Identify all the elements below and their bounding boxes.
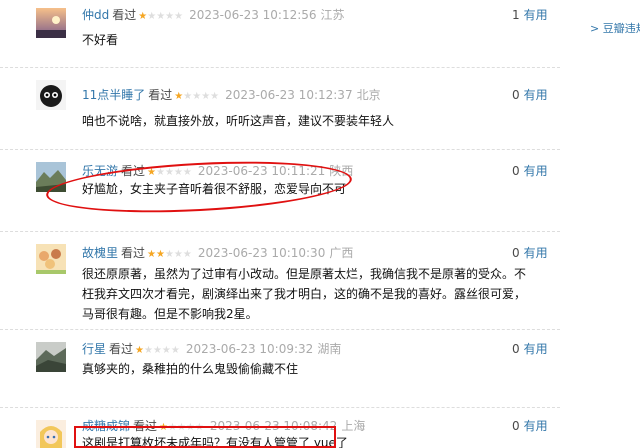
- useful-count: 0: [512, 88, 520, 102]
- user-avatar[interactable]: [36, 244, 66, 274]
- useful-vote: 1 有用: [512, 7, 548, 23]
- review-location: 北京: [356, 88, 381, 102]
- review-time: 2023-06-23 10:12:56: [189, 8, 317, 22]
- useful-button[interactable]: 有用: [524, 342, 548, 356]
- useful-button[interactable]: 有用: [524, 8, 548, 22]
- useful-count: 0: [512, 164, 520, 178]
- useful-vote: 0 有用: [512, 163, 548, 179]
- username-link[interactable]: 故槐里: [82, 246, 118, 260]
- review-text: 咱也不说啥，就直接外放，听听这声音，建议不要装年轻人: [82, 114, 395, 128]
- review-item: 仲dd 看过 ★★★★★ 2023-06-23 10:12:56 江苏 1 有用 不好看: [0, 0, 560, 68]
- user-avatar[interactable]: [36, 80, 66, 110]
- useful-button[interactable]: 有用: [524, 164, 548, 178]
- rating-stars: ★★★★★: [147, 249, 192, 260]
- useful-vote: 0 有用: [512, 87, 548, 103]
- review-meta: 仲dd 看过 ★★★★★ 2023-06-23 10:12:56 江苏: [82, 7, 345, 25]
- review-text: 很还原原著，虽然为了过审有小改动。但是原著太烂，我确信我不是原著的受众。不枉我弃…: [82, 267, 527, 321]
- watch-status: 看过: [109, 342, 134, 356]
- username-link[interactable]: 仲dd: [82, 8, 109, 22]
- review-page: 仲dd 看过 ★★★★★ 2023-06-23 10:12:56 江苏 1 有用 不好看 …: [0, 0, 640, 448]
- username-link[interactable]: 行星: [82, 342, 106, 356]
- review-time: 2023-06-23 10:09:32: [185, 342, 314, 356]
- review-text: 真够夹的，桑稚拍的什么鬼毁偷偷藏不住: [82, 362, 299, 376]
- useful-vote: 0 有用: [512, 418, 548, 434]
- username-link[interactable]: 11点半睡了: [82, 88, 145, 102]
- review-location: 广西: [329, 246, 354, 260]
- rating-stars: ★★★★★: [138, 11, 184, 22]
- useful-count: 0: [512, 342, 520, 356]
- rating-stars: ★★★★★: [174, 91, 220, 102]
- review-location: 江苏: [320, 8, 345, 22]
- sidebar-report-link[interactable]: > 豆瓣违规: [590, 20, 640, 36]
- review-text: 不好看: [82, 33, 119, 47]
- review-time: 2023-06-23 10:10:30: [197, 246, 326, 260]
- useful-button[interactable]: 有用: [524, 246, 548, 260]
- useful-button[interactable]: 有用: [524, 419, 548, 433]
- watch-status: 看过: [121, 246, 146, 260]
- review-time: 2023-06-23 10:12:37: [225, 88, 353, 102]
- useful-vote: 0 有用: [512, 341, 548, 357]
- review-item: 行星 看过 ★★★★★ 2023-06-23 10:09:32 湖南 0 有用 真够夹的，…: [0, 330, 560, 408]
- useful-button[interactable]: 有用: [524, 88, 548, 102]
- user-avatar[interactable]: [36, 342, 66, 372]
- rating-stars: ★★★★★: [135, 345, 180, 356]
- review-item: 11点半睡了 看过 ★★★★★ 2023-06-23 10:12:37 北京 0 有用 咱…: [0, 68, 560, 150]
- review-meta: 行星 看过 ★★★★★ 2023-06-23 10:09:32 湖南: [82, 341, 341, 359]
- watch-status: 看过: [112, 8, 137, 22]
- review-meta: 故槐里 看过 ★★★★★ 2023-06-23 10:10:30 广西: [82, 245, 353, 263]
- user-avatar[interactable]: [36, 8, 66, 38]
- review-list: 仲dd 看过 ★★★★★ 2023-06-23 10:12:56 江苏 1 有用 不好看 …: [0, 0, 560, 448]
- review-location: 上海: [341, 419, 366, 433]
- review-item: 故槐里 看过 ★★★★★ 2023-06-23 10:10:30 广西 0 有用 很还原原…: [0, 232, 560, 330]
- useful-count: 0: [512, 419, 520, 433]
- useful-count: 1: [512, 8, 520, 22]
- review-meta: 11点半睡了 看过 ★★★★★ 2023-06-23 10:12:37 北京: [82, 87, 381, 105]
- useful-vote: 0 有用: [512, 245, 548, 261]
- review-location: 湖南: [317, 342, 342, 356]
- user-avatar[interactable]: [36, 420, 66, 448]
- watch-status: 看过: [148, 88, 173, 102]
- highlight-rect-annotation: [74, 426, 336, 448]
- useful-count: 0: [512, 246, 520, 260]
